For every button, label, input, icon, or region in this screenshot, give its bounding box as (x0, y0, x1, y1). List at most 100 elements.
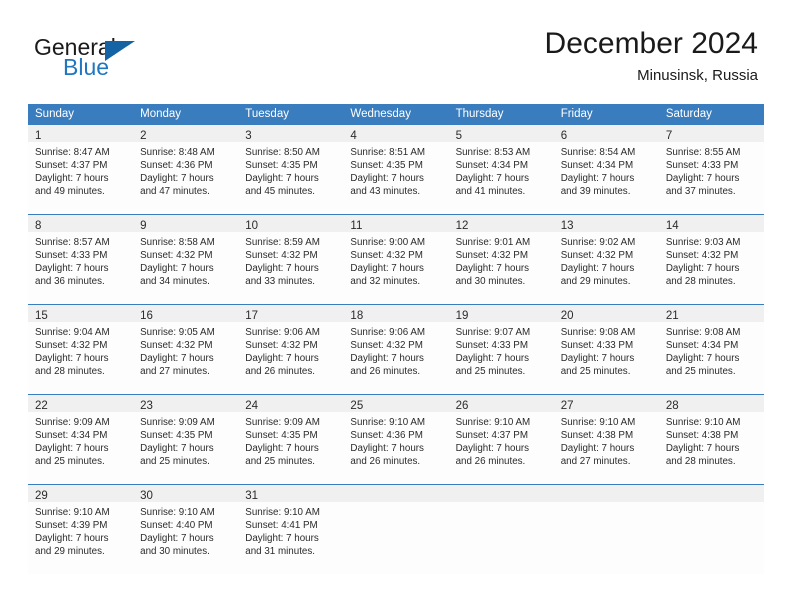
calendar-day-cell[interactable]: 22 Sunrise: 9:09 AM Sunset: 4:34 PM Dayligh… (28, 394, 134, 485)
day-number-band: 11 (343, 215, 449, 232)
day-details: Sunrise: 9:08 AM Sunset: 4:33 PM Daylight:… (554, 322, 659, 378)
day-cell-inner: 23 Sunrise: 9:09 AM Sunset: 4:35 PM Dayligh… (133, 395, 239, 484)
day-number: 17 (245, 310, 259, 322)
day-detail-line: Sunset: 4:32 PM (140, 250, 213, 262)
calendar-day-cell[interactable] (658, 484, 764, 574)
day-detail-line: Daylight: 7 hours (35, 533, 109, 545)
calendar-day-cell[interactable]: 3 Sunrise: 8:50 AM Sunset: 4:35 PM Daylight… (238, 125, 344, 215)
day-detail-line: and 31 minutes. (245, 546, 315, 558)
day-detail-line: Sunset: 4:35 PM (350, 160, 423, 172)
day-number-band: 1 (28, 125, 134, 142)
day-details: Sunrise: 9:09 AM Sunset: 4:35 PM Daylight:… (133, 412, 238, 468)
calendar-day-cell[interactable]: 7 Sunrise: 8:55 AM Sunset: 4:33 PM Daylight… (658, 125, 764, 215)
calendar-day-cell[interactable]: 14 Sunrise: 9:03 AM Sunset: 4:32 PM Dayligh… (658, 214, 764, 305)
calendar-day-cell[interactable]: 12 Sunrise: 9:01 AM Sunset: 4:32 PM Dayligh… (448, 214, 554, 305)
day-number-band: 28 (658, 395, 764, 412)
calendar-day-cell[interactable] (553, 484, 659, 574)
day-detail-line: Sunrise: 8:59 AM (245, 237, 320, 248)
day-number: 25 (350, 400, 364, 412)
day-detail-line: Daylight: 7 hours (665, 443, 740, 455)
calendar-day-cell[interactable]: 1 Sunrise: 8:47 AM Sunset: 4:37 PM Daylight… (28, 125, 134, 215)
day-detail-line: Sunrise: 8:47 AM (35, 147, 110, 158)
calendar-day-cell[interactable]: 20 Sunrise: 9:08 AM Sunset: 4:33 PM Dayligh… (553, 304, 659, 395)
calendar-day-cell[interactable]: 19 Sunrise: 9:07 AM Sunset: 4:33 PM Dayligh… (448, 304, 554, 395)
day-detail-line: Daylight: 7 hours (350, 353, 424, 365)
day-number-band: 15 (28, 305, 134, 322)
day-detail-line: Daylight: 7 hours (350, 263, 424, 275)
day-number: 31 (245, 490, 259, 502)
calendar-day-cell[interactable]: 25 Sunrise: 9:10 AM Sunset: 4:36 PM Dayligh… (343, 394, 449, 485)
day-cell-inner: 11 Sunrise: 9:00 AM Sunset: 4:32 PM Dayligh… (343, 215, 449, 304)
calendar-day-cell[interactable]: 6 Sunrise: 8:54 AM Sunset: 4:34 PM Daylight… (553, 125, 659, 215)
calendar-day-cell[interactable]: 13 Sunrise: 9:02 AM Sunset: 4:32 PM Dayligh… (553, 214, 659, 305)
day-detail-line: Sunrise: 9:08 AM (665, 327, 741, 338)
day-detail-line: Daylight: 7 hours (665, 173, 740, 185)
day-detail-line: Sunset: 4:33 PM (560, 340, 634, 352)
calendar-day-cell[interactable]: 15 Sunrise: 9:04 AM Sunset: 4:32 PM Dayligh… (28, 304, 134, 395)
calendar-day-cell[interactable]: 10 Sunrise: 8:59 AM Sunset: 4:32 PM Dayligh… (238, 214, 344, 305)
day-detail-line: Sunset: 4:34 PM (35, 430, 108, 442)
day-cell-inner: 26 Sunrise: 9:10 AM Sunset: 4:37 PM Dayligh… (448, 395, 554, 484)
day-detail-line: Sunset: 4:40 PM (140, 520, 213, 532)
day-detail-line: Daylight: 7 hours (140, 353, 214, 365)
calendar-day-cell[interactable]: 21 Sunrise: 9:08 AM Sunset: 4:34 PM Dayligh… (658, 304, 764, 395)
day-cell-inner: 13 Sunrise: 9:02 AM Sunset: 4:32 PM Dayligh… (553, 215, 659, 304)
day-details: Sunrise: 8:58 AM Sunset: 4:32 PM Daylight:… (133, 232, 238, 288)
day-details: Sunrise: 9:09 AM Sunset: 4:35 PM Daylight:… (238, 412, 343, 468)
calendar-day-cell[interactable] (343, 484, 449, 574)
day-detail-line: Daylight: 7 hours (35, 443, 109, 455)
day-number-band: 2 (133, 125, 239, 142)
calendar-day-cell[interactable]: 17 Sunrise: 9:06 AM Sunset: 4:32 PM Dayligh… (238, 304, 344, 395)
day-details: Sunrise: 9:08 AM Sunset: 4:34 PM Daylight:… (659, 322, 764, 378)
day-detail-line: and 37 minutes. (665, 186, 736, 198)
day-cell-inner: 17 Sunrise: 9:06 AM Sunset: 4:32 PM Dayligh… (238, 305, 344, 394)
calendar-day-cell[interactable]: 27 Sunrise: 9:10 AM Sunset: 4:38 PM Dayligh… (553, 394, 659, 485)
calendar-day-cell[interactable]: 8 Sunrise: 8:57 AM Sunset: 4:33 PM Daylight… (28, 214, 134, 305)
day-number-band: 19 (448, 305, 554, 322)
day-details: Sunrise: 9:10 AM Sunset: 4:39 PM Daylight:… (28, 502, 133, 558)
calendar-day-cell[interactable]: 9 Sunrise: 8:58 AM Sunset: 4:32 PM Daylight… (133, 214, 239, 305)
day-detail-line: Sunrise: 9:10 AM (350, 417, 426, 428)
day-cell-inner: 6 Sunrise: 8:54 AM Sunset: 4:34 PM Daylight… (553, 125, 659, 214)
day-detail-line: Sunrise: 9:10 AM (35, 507, 110, 518)
day-details: Sunrise: 9:05 AM Sunset: 4:32 PM Daylight:… (133, 322, 238, 378)
day-cell-inner: 4 Sunrise: 8:51 AM Sunset: 4:35 PM Daylight… (343, 125, 449, 214)
calendar-day-cell[interactable] (448, 484, 554, 574)
calendar-day-cell[interactable]: 23 Sunrise: 9:09 AM Sunset: 4:35 PM Dayligh… (133, 394, 239, 485)
calendar-day-cell[interactable]: 4 Sunrise: 8:51 AM Sunset: 4:35 PM Daylight… (343, 125, 449, 215)
day-details: Sunrise: 8:51 AM Sunset: 4:35 PM Daylight:… (343, 142, 448, 198)
day-detail-line: Sunrise: 9:06 AM (350, 327, 426, 338)
calendar-day-cell[interactable]: 5 Sunrise: 8:53 AM Sunset: 4:34 PM Daylight… (448, 125, 554, 215)
brand-logo[interactable]: General Blue (34, 34, 264, 90)
calendar-day-cell[interactable]: 11 Sunrise: 9:00 AM Sunset: 4:32 PM Dayligh… (343, 214, 449, 305)
calendar-day-cell[interactable]: 2 Sunrise: 8:48 AM Sunset: 4:36 PM Daylight… (133, 125, 239, 215)
calendar-day-cell[interactable]: 16 Sunrise: 9:05 AM Sunset: 4:32 PM Dayligh… (133, 304, 239, 395)
day-details: Sunrise: 8:55 AM Sunset: 4:33 PM Daylight:… (659, 142, 764, 198)
day-cell-inner: 1 Sunrise: 8:47 AM Sunset: 4:37 PM Daylight… (28, 125, 134, 214)
day-details: Sunrise: 8:57 AM Sunset: 4:33 PM Daylight:… (28, 232, 133, 288)
day-details: Sunrise: 8:54 AM Sunset: 4:34 PM Daylight:… (554, 142, 659, 198)
day-number: 6 (560, 130, 568, 142)
day-details: Sunrise: 8:53 AM Sunset: 4:34 PM Daylight:… (449, 142, 554, 198)
day-number-band: 8 (28, 215, 134, 232)
day-detail-line: Sunset: 4:32 PM (350, 340, 423, 352)
day-number-band (448, 485, 554, 502)
calendar-day-cell[interactable]: 24 Sunrise: 9:09 AM Sunset: 4:35 PM Dayligh… (238, 394, 344, 485)
day-detail-line: Daylight: 7 hours (560, 443, 635, 455)
day-cell-inner: 24 Sunrise: 9:09 AM Sunset: 4:35 PM Dayligh… (238, 395, 344, 484)
day-detail-line: and 39 minutes. (560, 186, 631, 198)
day-detail-line: Sunset: 4:32 PM (245, 250, 318, 262)
calendar-day-cell[interactable]: 26 Sunrise: 9:10 AM Sunset: 4:37 PM Dayligh… (448, 394, 554, 485)
title-block: December 2024 Minusinsk, Russia (545, 26, 758, 85)
day-details: Sunrise: 9:00 AM Sunset: 4:32 PM Daylight:… (343, 232, 448, 288)
calendar-day-cell[interactable]: 30 Sunrise: 9:10 AM Sunset: 4:40 PM Dayligh… (133, 484, 239, 574)
calendar-day-cell[interactable]: 29 Sunrise: 9:10 AM Sunset: 4:39 PM Dayligh… (28, 484, 134, 574)
day-number-band: 6 (553, 125, 659, 142)
day-number: 18 (350, 310, 364, 322)
day-detail-line: Daylight: 7 hours (35, 263, 109, 275)
calendar-day-cell[interactable]: 28 Sunrise: 9:10 AM Sunset: 4:38 PM Dayligh… (658, 394, 764, 485)
calendar-day-cell[interactable]: 18 Sunrise: 9:06 AM Sunset: 4:32 PM Dayligh… (343, 304, 449, 395)
calendar-day-cell[interactable]: 31 Sunrise: 9:10 AM Sunset: 4:41 PM Dayligh… (238, 484, 344, 574)
day-details: Sunrise: 8:47 AM Sunset: 4:37 PM Daylight:… (28, 142, 133, 198)
day-detail-line: Sunset: 4:34 PM (560, 160, 634, 172)
